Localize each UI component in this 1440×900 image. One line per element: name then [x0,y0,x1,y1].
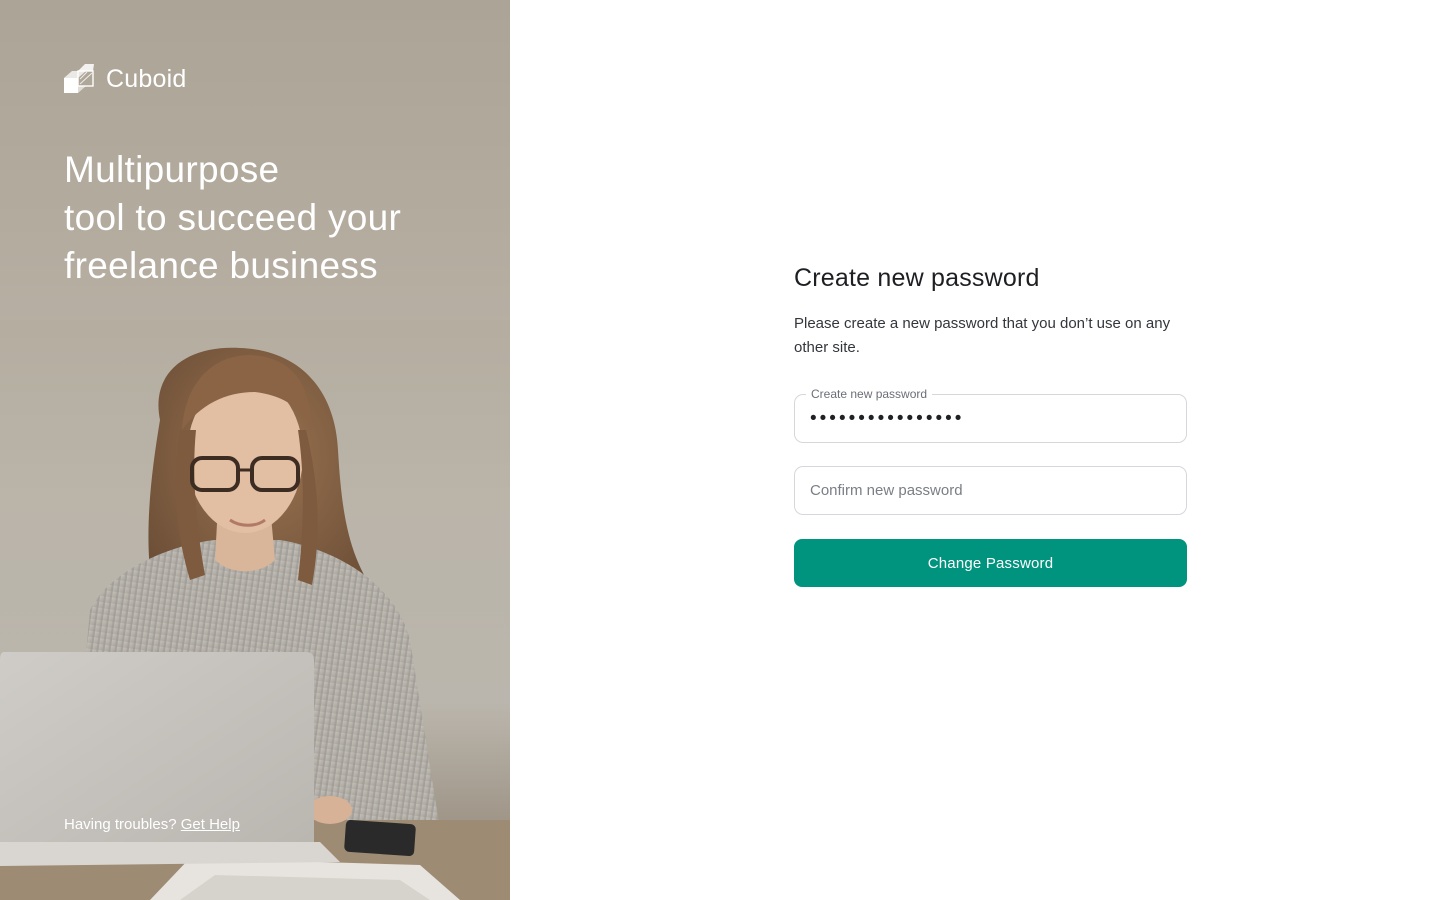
brand-name: Cuboid [106,64,187,93]
hero-headline-line: tool to succeed your [64,197,402,238]
confirm-password-input[interactable] [810,467,1170,514]
brand[interactable]: Cuboid [64,64,186,94]
form-title: Create new password [794,264,1040,292]
new-password-input[interactable] [810,395,1170,442]
hero-panel: Cuboid Multipurpose tool to succeed your… [0,0,510,900]
hero-headline: Multipurpose tool to succeed your freela… [64,146,484,290]
change-password-button[interactable]: Change Password [794,539,1187,587]
cube-logo-icon [64,64,94,93]
confirm-password-field[interactable] [794,466,1187,515]
form-description: Please create a new password that you do… [794,315,1171,356]
help-text: Having troubles? Get Help [64,816,240,833]
hero-photo [0,347,510,900]
get-help-link[interactable]: Get Help [181,816,240,833]
hero-headline-line: Multipurpose [64,149,280,190]
create-password-form: Create new password Please create a new … [794,262,1187,587]
help-prompt: Having troubles? [64,816,177,833]
new-password-field[interactable]: Create new password [794,386,1187,443]
hero-headline-line: freelance business [64,245,378,286]
